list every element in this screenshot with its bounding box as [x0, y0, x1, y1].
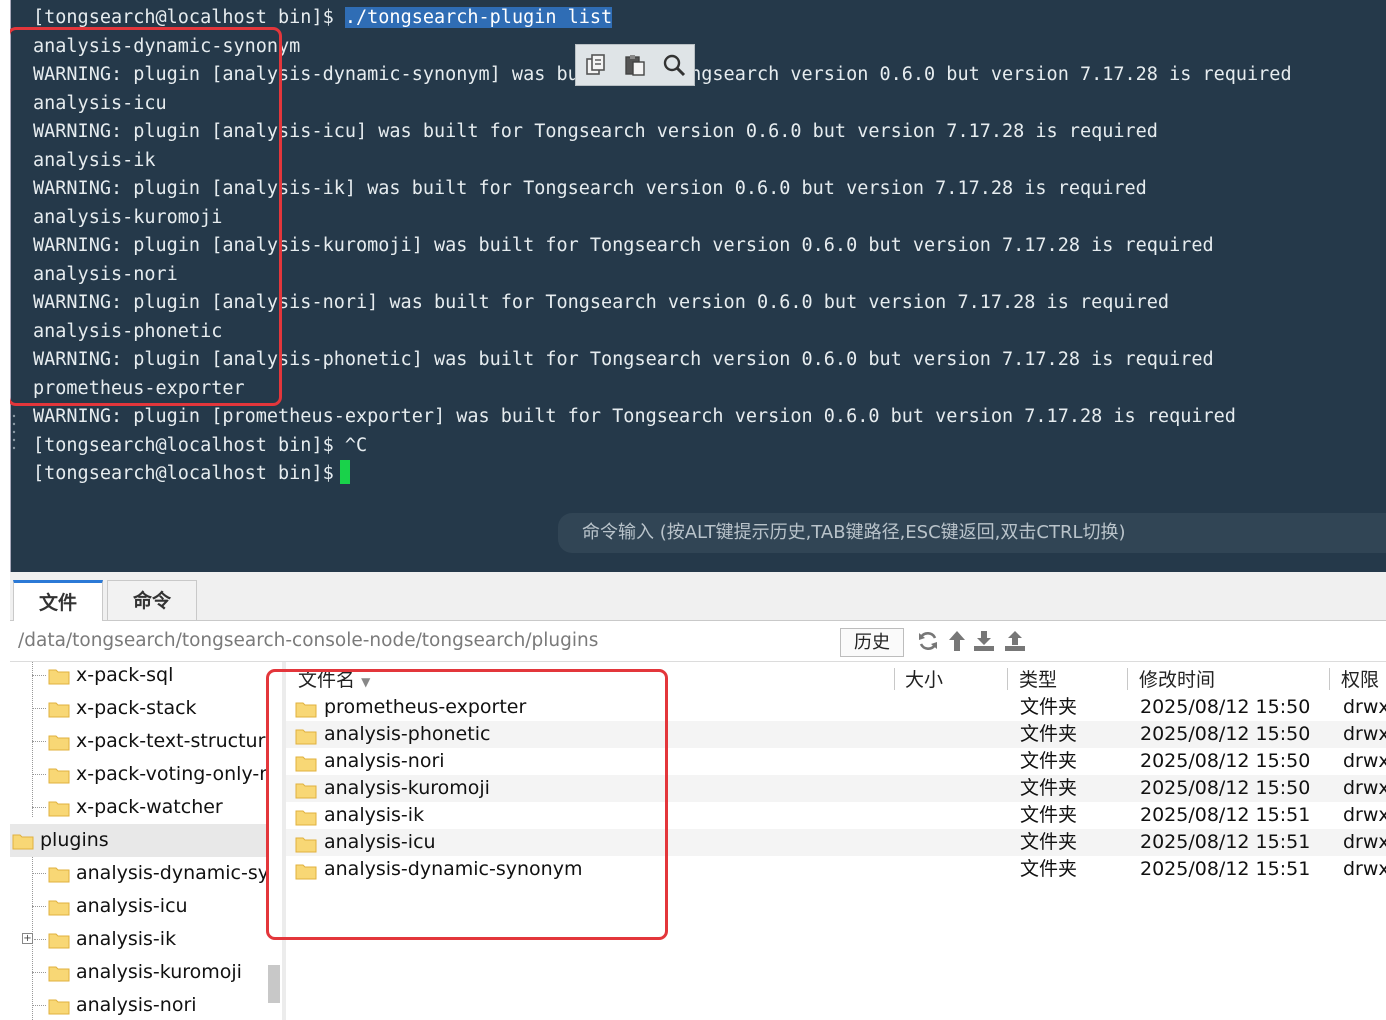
file-modified: 2025/08/12 15:51	[1140, 804, 1311, 826]
terminal-output[interactable]: [tongsearch@localhost bin]$ ./tongsearch…	[10, 0, 1386, 572]
file-type: 文件夹	[1020, 696, 1078, 718]
up-arrow-icon[interactable]	[945, 629, 969, 653]
expand-icon[interactable]: +	[22, 933, 33, 944]
tree-item[interactable]: analysis-kuromoji	[10, 956, 268, 989]
panel-tabs: 文件 命令	[10, 572, 1386, 621]
history-button[interactable]: 历史	[840, 628, 904, 657]
highlight-box	[10, 27, 282, 406]
file-permissions: drwxr-xr-x	[1343, 750, 1386, 772]
file-modified: 2025/08/12 15:50	[1140, 777, 1311, 799]
folder-icon	[48, 999, 70, 1015]
terminal-cursor	[339, 460, 350, 484]
tab-files[interactable]: 文件	[13, 580, 103, 621]
tree-item-label: analysis-kuromoji	[76, 961, 242, 983]
tree-item-label: x-pack-voting-only-node	[76, 763, 268, 785]
tree-item-label: x-pack-text-structure	[76, 730, 268, 752]
file-modified: 2025/08/12 15:51	[1140, 831, 1311, 853]
terminal-prompt: [tongsearch@localhost bin]$	[33, 463, 334, 484]
copy-icon[interactable]	[581, 50, 611, 80]
folder-icon	[48, 900, 70, 916]
folder-icon	[48, 768, 70, 784]
file-type: 文件夹	[1020, 723, 1078, 745]
file-permissions: drwxr-xr-x	[1343, 723, 1386, 745]
search-icon[interactable]	[659, 50, 689, 80]
resize-grip-icon	[12, 414, 16, 450]
tab-commands[interactable]: 命令	[107, 580, 197, 620]
tree-item-plugins[interactable]: plugins	[10, 824, 268, 857]
tree-item[interactable]: analysis-icu	[10, 890, 268, 923]
column-header-size[interactable]: 大小	[905, 666, 943, 694]
file-type: 文件夹	[1020, 777, 1078, 799]
file-type: 文件夹	[1020, 750, 1078, 772]
file-permissions: drwxr-xr-x	[1343, 777, 1386, 799]
tree-item[interactable]: analysis-nori	[10, 989, 268, 1020]
tree-item-label: x-pack-sql	[76, 664, 174, 686]
file-modified: 2025/08/12 15:50	[1140, 750, 1311, 772]
folder-icon	[48, 669, 70, 685]
tree-item[interactable]: + analysis-ik	[10, 923, 268, 956]
floating-toolbar	[575, 44, 695, 86]
folder-open-icon	[12, 834, 34, 850]
tree-item-label: analysis-icu	[76, 895, 188, 917]
command-input-bar[interactable]: 命令输入 (按ALT键提示历史,TAB键路径,ESC键返回,双击CTRL切换)	[558, 513, 1386, 553]
column-header-modified[interactable]: 修改时间	[1139, 666, 1215, 694]
tree-item[interactable]: x-pack-watcher	[10, 791, 268, 824]
tree-scrollbar[interactable]	[268, 965, 280, 1003]
folder-icon	[48, 966, 70, 982]
tree-item-label: analysis-dynamic-synonym	[76, 862, 268, 884]
file-modified: 2025/08/12 15:50	[1140, 696, 1311, 718]
download-icon[interactable]	[972, 629, 996, 653]
command-hint: 命令输入 (按ALT键提示历史,TAB键路径,ESC键返回,双击CTRL切换)	[582, 522, 1126, 543]
file-type: 文件夹	[1020, 858, 1078, 880]
highlight-box	[266, 669, 668, 940]
tree-item-label: plugins	[40, 829, 109, 851]
tree-item[interactable]: x-pack-stack	[10, 692, 268, 725]
file-type: 文件夹	[1020, 804, 1078, 826]
paste-icon[interactable]	[620, 50, 650, 80]
column-header-type[interactable]: 类型	[1019, 666, 1057, 694]
terminal-line: [tongsearch@localhost bin]$ ^C	[33, 435, 368, 456]
tree-item[interactable]: x-pack-sql	[10, 662, 268, 692]
folder-icon	[48, 933, 70, 949]
file-permissions: drwxr-xr-x	[1343, 831, 1386, 853]
tree-item-label: analysis-ik	[76, 928, 177, 950]
tree-item-label: x-pack-watcher	[76, 796, 223, 818]
folder-icon	[48, 702, 70, 718]
terminal-command: ./tongsearch-plugin list	[344, 7, 613, 28]
tree-item[interactable]: analysis-dynamic-synonym	[10, 857, 268, 890]
tree-item[interactable]: x-pack-text-structure	[10, 725, 268, 758]
tree-item-label: x-pack-stack	[76, 697, 197, 719]
file-permissions: drwxr-xr-x	[1343, 804, 1386, 826]
path-bar: /data/tongsearch/tongsearch-console-node…	[10, 621, 1386, 662]
tree-item[interactable]: x-pack-voting-only-node	[10, 758, 268, 791]
terminal-line: [tongsearch@localhost bin]$	[33, 460, 350, 488]
file-type: 文件夹	[1020, 831, 1078, 853]
path-input[interactable]: /data/tongsearch/tongsearch-console-node…	[18, 621, 598, 661]
file-permissions: drwxr-xr-x	[1343, 696, 1386, 718]
file-permissions: drwxr-xr-x	[1343, 858, 1386, 880]
folder-icon	[48, 735, 70, 751]
refresh-icon[interactable]	[916, 629, 940, 653]
folder-icon	[48, 801, 70, 817]
column-header-permissions[interactable]: 权限	[1341, 666, 1379, 694]
folder-icon	[48, 867, 70, 883]
tree-item-label: analysis-nori	[76, 994, 197, 1016]
upload-icon[interactable]	[1003, 629, 1027, 653]
directory-tree[interactable]: x-pack-sql x-pack-stack x-pack-text-stru…	[10, 662, 283, 1020]
terminal-prompt: [tongsearch@localhost bin]$	[33, 7, 345, 28]
file-modified: 2025/08/12 15:51	[1140, 858, 1311, 880]
terminal-line: WARNING: plugin [prometheus-exporter] wa…	[33, 406, 1236, 427]
file-modified: 2025/08/12 15:50	[1140, 723, 1311, 745]
